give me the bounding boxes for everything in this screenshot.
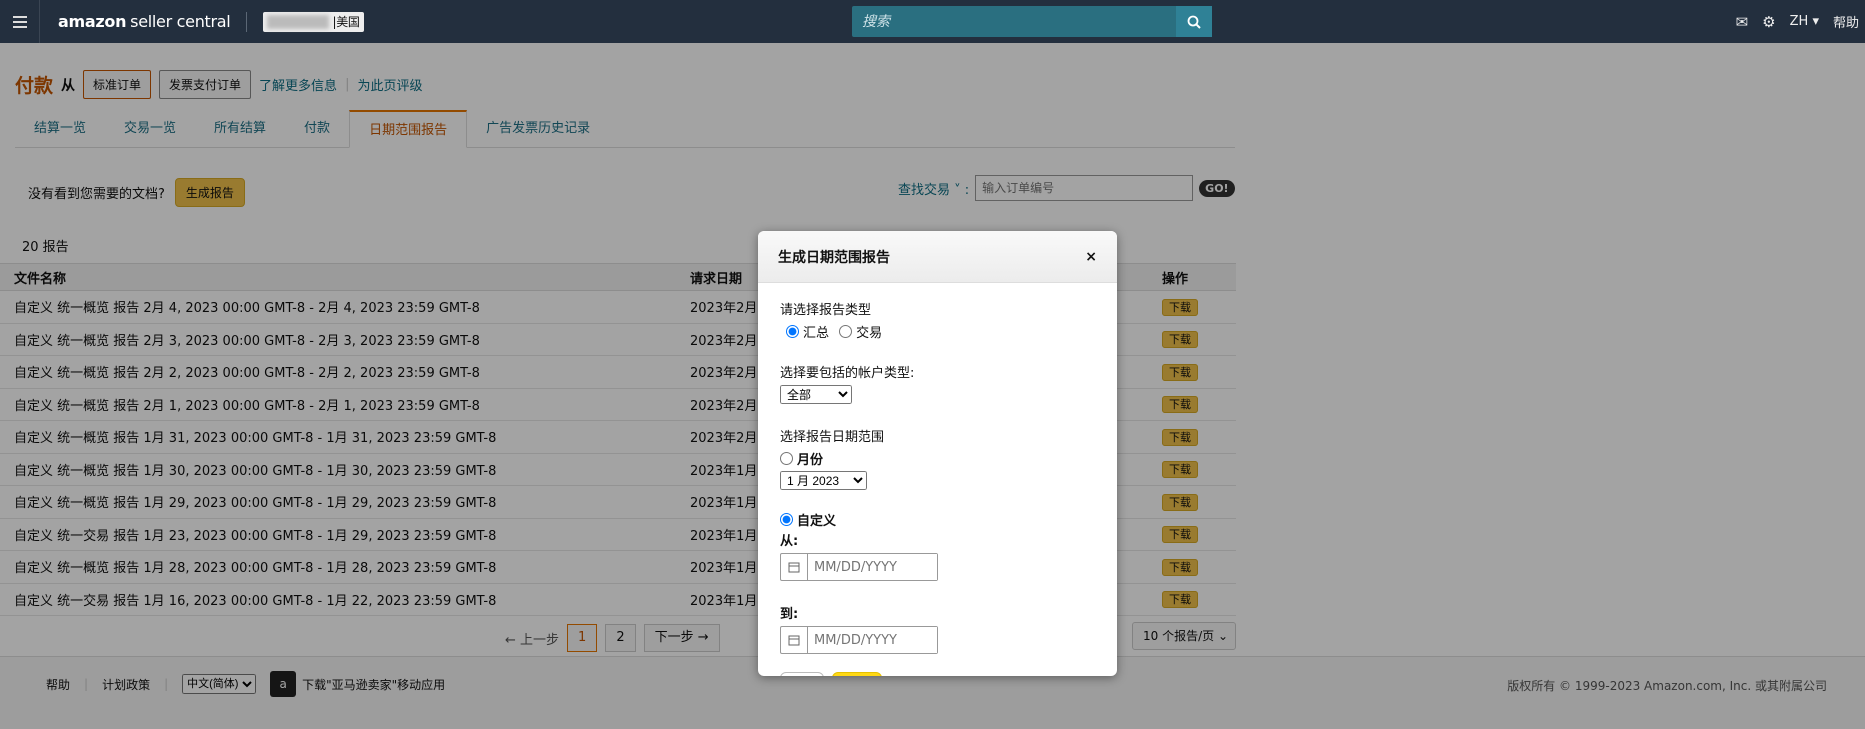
calendar-icon[interactable] (781, 554, 808, 580)
close-icon[interactable]: × (1085, 249, 1097, 265)
transaction-radio[interactable]: 交易 (839, 322, 882, 341)
to-date-input[interactable] (808, 627, 937, 653)
seller-central-logo[interactable]: amazon seller central | 美国 (58, 11, 364, 32)
menu-icon[interactable] (0, 0, 40, 43)
account-type-label: 选择要包括的帐户类型: (780, 366, 915, 381)
top-navbar: amazonseller central | 美国 ✉ ⚙ ZH ▾ 帮助 (0, 0, 1865, 43)
gear-icon[interactable]: ⚙ (1762, 13, 1775, 31)
summary-radio[interactable]: 汇总 (786, 322, 829, 341)
to-date-field (780, 626, 938, 654)
month-select[interactable]: 1 月 2023 (780, 471, 867, 490)
cancel-button[interactable]: 取消 (780, 672, 825, 676)
account-type-select[interactable]: 全部 (780, 385, 852, 404)
mail-icon[interactable]: ✉ (1736, 13, 1749, 31)
to-label: 到: (780, 607, 799, 622)
search-button[interactable] (1176, 6, 1212, 37)
calendar-icon[interactable] (781, 627, 808, 653)
search-icon (1187, 15, 1201, 29)
month-radio[interactable]: 月份 (780, 449, 823, 468)
from-label: 从: (780, 534, 799, 549)
date-range-report-dialog: 生成日期范围报告 × 请选择报告类型 汇总 交易 选择要包括的帐户类型: 全部 … (758, 231, 1117, 676)
generate-button[interactable]: 生成 (832, 672, 883, 676)
report-type-label: 请选择报告类型 (780, 303, 872, 318)
account-switcher[interactable]: | 美国 (263, 11, 364, 32)
modal-header: 生成日期范围报告 × (758, 231, 1117, 283)
help-link[interactable]: 帮助 (1833, 12, 1859, 31)
search-input[interactable] (852, 6, 1176, 37)
modal-title: 生成日期范围报告 (778, 249, 890, 266)
search-bar (852, 6, 1212, 37)
custom-radio[interactable]: 自定义 (780, 510, 836, 529)
language-selector[interactable]: ZH ▾ (1790, 14, 1819, 29)
from-date-field (780, 553, 938, 581)
date-range-label: 选择报告日期范围 (780, 430, 885, 445)
from-date-input[interactable] (808, 554, 937, 580)
